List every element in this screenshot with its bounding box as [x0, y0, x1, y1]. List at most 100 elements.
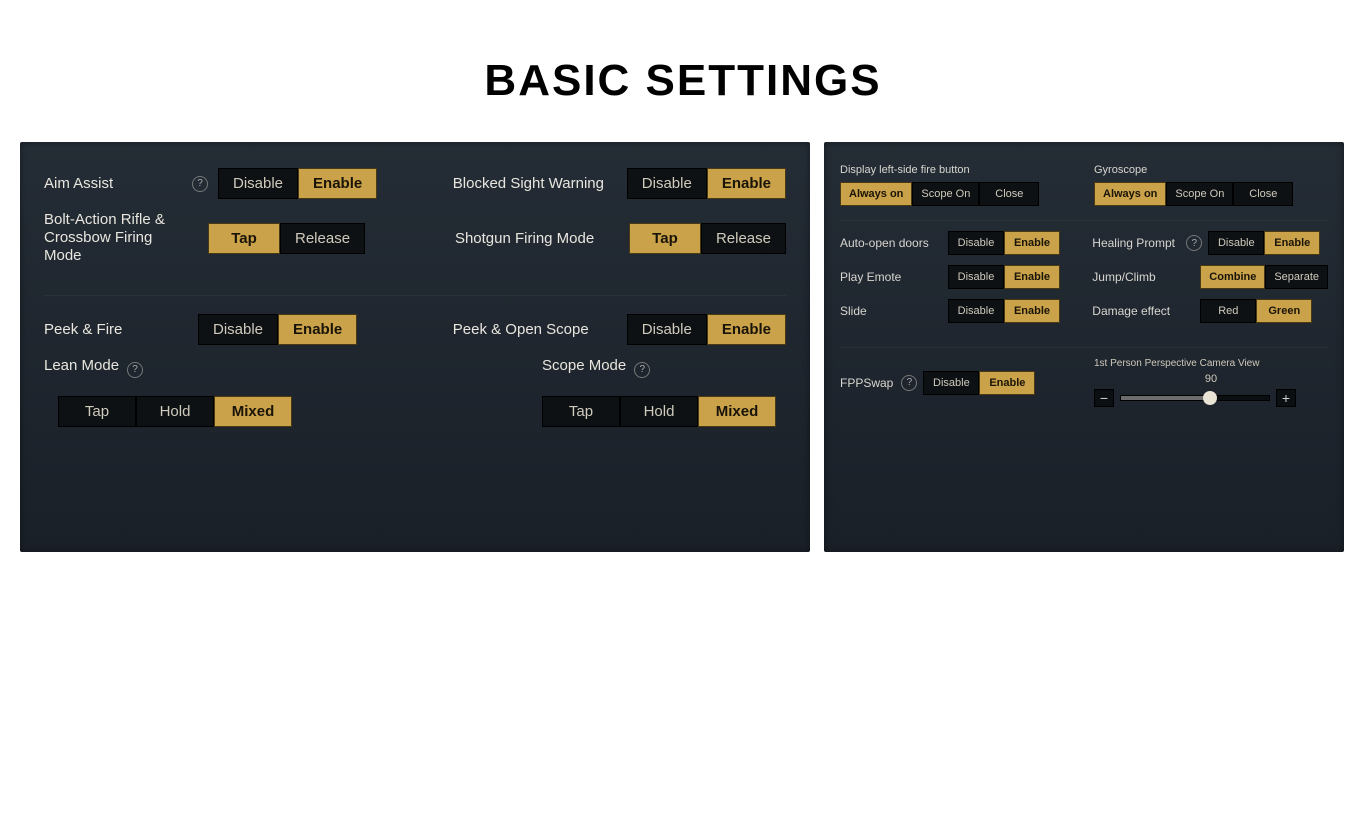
toggle-left-fire[interactable]: Always on Scope On Close — [840, 182, 1074, 206]
option-close[interactable]: Close — [1233, 182, 1293, 206]
label-play-emote: Play Emote — [840, 270, 940, 284]
row-peek-scope: Peek & Open Scope Disable Enable — [453, 314, 786, 345]
option-release[interactable]: Release — [280, 223, 365, 254]
slider-thumb[interactable] — [1203, 391, 1217, 405]
option-scope-on[interactable]: Scope On — [1166, 182, 1233, 206]
block-fpp-camera: 1st Person Perspective Camera View 90 − … — [1094, 358, 1328, 407]
section-fire-gyro: Display left-side fire button Always on … — [840, 154, 1328, 221]
toggle-lean-mode[interactable]: Tap Hold Mixed — [58, 396, 292, 427]
toggle-auto-open-doors[interactable]: Disable Enable — [948, 231, 1060, 255]
row-jump-climb: Jump/Climb Combine Separate — [1092, 265, 1328, 289]
option-disable[interactable]: Disable — [627, 314, 707, 345]
option-disable[interactable]: Disable — [948, 231, 1004, 255]
row-peek-fire: Peek & Fire Disable Enable — [44, 314, 357, 345]
settings-panels: Aim Assist ? Disable Enable Blocked Sigh… — [0, 142, 1366, 552]
label-lean-mode: Lean Mode — [44, 357, 119, 374]
option-always-on[interactable]: Always on — [1094, 182, 1166, 206]
toggle-scope-mode[interactable]: Tap Hold Mixed — [542, 396, 776, 427]
help-icon[interactable]: ? — [634, 362, 650, 378]
toggle-healing-prompt[interactable]: Disable Enable — [1208, 231, 1320, 255]
row-slide: Slide Disable Enable — [840, 299, 1072, 323]
option-enable[interactable]: Enable — [707, 168, 786, 199]
toggle-blocked-sight[interactable]: Disable Enable — [627, 168, 786, 199]
slider-fill — [1121, 396, 1210, 400]
toggle-aim-assist[interactable]: Disable Enable — [218, 168, 377, 199]
section-peek-modes: Peek & Fire Disable Enable Peek & Open S… — [44, 306, 786, 457]
label-bolt-crossbow: Bolt-Action Rifle & Crossbow Firing Mode — [44, 211, 194, 265]
option-enable[interactable]: Enable — [1004, 299, 1060, 323]
option-combine[interactable]: Combine — [1200, 265, 1265, 289]
option-disable[interactable]: Disable — [1208, 231, 1264, 255]
label-auto-open-doors: Auto-open doors — [840, 236, 940, 250]
option-enable[interactable]: Enable — [278, 314, 357, 345]
option-close[interactable]: Close — [979, 182, 1039, 206]
option-disable[interactable]: Disable — [198, 314, 278, 345]
option-tap[interactable]: Tap — [542, 396, 620, 427]
help-icon[interactable]: ? — [1186, 235, 1202, 251]
toggle-peek-fire[interactable]: Disable Enable — [198, 314, 357, 345]
option-enable[interactable]: Enable — [1004, 265, 1060, 289]
option-disable[interactable]: Disable — [923, 371, 979, 395]
label-fpp-swap: FPPSwap — [840, 376, 893, 390]
toggle-shotgun[interactable]: Tap Release — [629, 223, 786, 254]
row-bolt-crossbow: Bolt-Action Rifle & Crossbow Firing Mode… — [44, 211, 365, 265]
option-enable[interactable]: Enable — [707, 314, 786, 345]
toggle-gyroscope[interactable]: Always on Scope On Close — [1094, 182, 1328, 206]
label-peek-scope: Peek & Open Scope — [453, 321, 613, 338]
option-enable[interactable]: Enable — [298, 168, 377, 199]
option-release[interactable]: Release — [701, 223, 786, 254]
label-fpp-camera: 1st Person Perspective Camera View — [1094, 358, 1328, 369]
label-aim-assist: Aim Assist — [44, 175, 184, 192]
value-fpp-camera: 90 — [1094, 373, 1328, 385]
label-left-fire: Display left-side fire button — [840, 164, 1074, 176]
decrement-button[interactable]: − — [1094, 389, 1114, 407]
toggle-fpp-swap[interactable]: Disable Enable — [923, 371, 1035, 395]
toggle-peek-scope[interactable]: Disable Enable — [627, 314, 786, 345]
option-enable[interactable]: Enable — [979, 371, 1035, 395]
label-jump-climb: Jump/Climb — [1092, 270, 1192, 284]
option-tap[interactable]: Tap — [629, 223, 701, 254]
option-green[interactable]: Green — [1256, 299, 1312, 323]
row-play-emote: Play Emote Disable Enable — [840, 265, 1072, 289]
section-aim-fire: Aim Assist ? Disable Enable Blocked Sigh… — [44, 160, 786, 296]
panel-left: Aim Assist ? Disable Enable Blocked Sigh… — [20, 142, 810, 552]
option-tap[interactable]: Tap — [208, 223, 280, 254]
option-enable[interactable]: Enable — [1004, 231, 1060, 255]
option-disable[interactable]: Disable — [627, 168, 707, 199]
option-mixed[interactable]: Mixed — [698, 396, 776, 427]
option-disable[interactable]: Disable — [948, 265, 1004, 289]
toggle-slide[interactable]: Disable Enable — [948, 299, 1060, 323]
option-tap[interactable]: Tap — [58, 396, 136, 427]
row-shotgun: Shotgun Firing Mode Tap Release — [455, 211, 786, 265]
option-mixed[interactable]: Mixed — [214, 396, 292, 427]
option-separate[interactable]: Separate — [1265, 265, 1328, 289]
slider-track[interactable] — [1120, 395, 1270, 401]
block-lean-mode: Lean Mode ? Tap Hold Mixed — [44, 357, 292, 427]
help-icon[interactable]: ? — [127, 362, 143, 378]
toggle-damage-effect[interactable]: Red Green — [1200, 299, 1312, 323]
option-disable[interactable]: Disable — [218, 168, 298, 199]
slider-fpp-camera[interactable]: − + — [1094, 389, 1328, 407]
row-aim-assist: Aim Assist ? Disable Enable — [44, 168, 377, 199]
row-damage-effect: Damage effect Red Green — [1092, 299, 1328, 323]
label-shotgun: Shotgun Firing Mode — [455, 230, 615, 247]
toggle-play-emote[interactable]: Disable Enable — [948, 265, 1060, 289]
toggle-jump-climb[interactable]: Combine Separate — [1200, 265, 1328, 289]
option-disable[interactable]: Disable — [948, 299, 1004, 323]
help-icon[interactable]: ? — [901, 375, 917, 391]
option-scope-on[interactable]: Scope On — [912, 182, 979, 206]
option-hold[interactable]: Hold — [620, 396, 698, 427]
option-hold[interactable]: Hold — [136, 396, 214, 427]
option-red[interactable]: Red — [1200, 299, 1256, 323]
section-misc-toggles: Auto-open doors Disable Enable Play Emot… — [840, 221, 1328, 348]
help-icon[interactable]: ? — [192, 176, 208, 192]
block-gyroscope: Gyroscope Always on Scope On Close — [1094, 164, 1328, 206]
increment-button[interactable]: + — [1276, 389, 1296, 407]
label-damage-effect: Damage effect — [1092, 304, 1192, 318]
page-title: BASIC SETTINGS — [0, 56, 1366, 106]
row-blocked-sight: Blocked Sight Warning Disable Enable — [453, 168, 786, 199]
option-always-on[interactable]: Always on — [840, 182, 912, 206]
block-scope-mode: Scope Mode ? Tap Hold Mixed — [542, 357, 776, 427]
toggle-bolt-crossbow[interactable]: Tap Release — [208, 223, 365, 254]
option-enable[interactable]: Enable — [1264, 231, 1320, 255]
